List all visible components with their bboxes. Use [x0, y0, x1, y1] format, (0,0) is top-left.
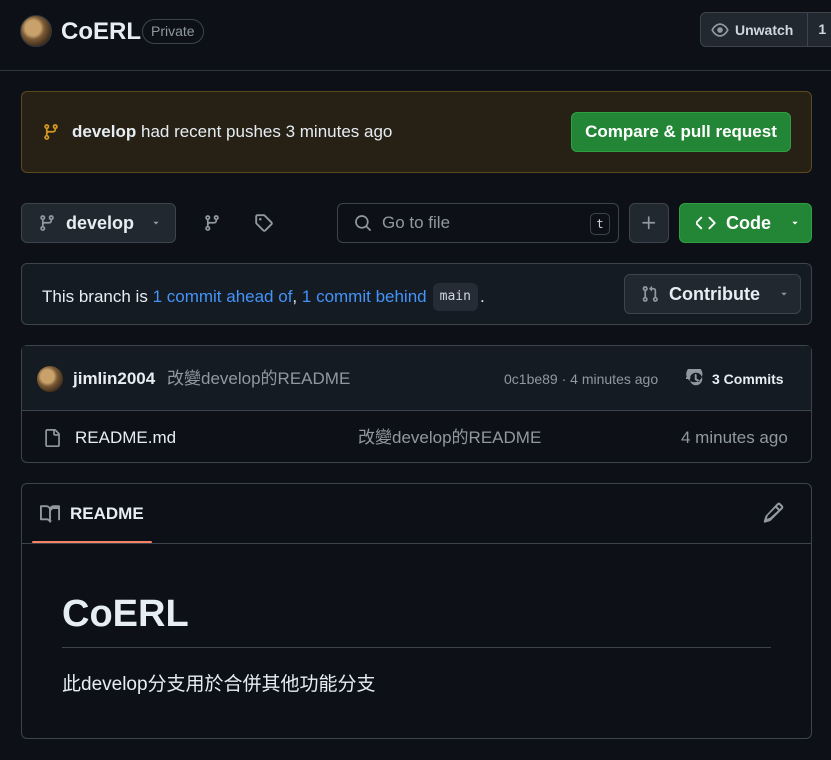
- visibility-badge: Private: [142, 19, 204, 44]
- recent-push-message: develop had recent pushes 3 minutes ago: [72, 121, 392, 143]
- caret-down-icon: [150, 217, 162, 229]
- branches-button[interactable]: [196, 207, 228, 239]
- keyboard-shortcut-hint: t: [590, 213, 610, 235]
- commits-count: 3 Commits: [712, 371, 784, 387]
- file-name-link[interactable]: README.md: [75, 427, 176, 449]
- commit-author[interactable]: jimlin2004: [73, 368, 155, 390]
- commits-ahead-link[interactable]: 1 commit ahead of: [153, 286, 293, 308]
- comparison-suffix: .: [479, 287, 485, 306]
- repo-owner-avatar[interactable]: [20, 15, 52, 47]
- repo-name[interactable]: CoERL: [61, 16, 141, 48]
- pushed-branch-name[interactable]: develop: [72, 122, 136, 141]
- branch-name: develop: [66, 212, 135, 233]
- git-branch-icon: [38, 214, 56, 232]
- comparison-separator: ,: [292, 287, 298, 306]
- file-commit-time: 4 minutes ago: [681, 428, 788, 447]
- code-label: Code: [726, 212, 771, 233]
- edit-readme-button[interactable]: [762, 502, 784, 524]
- commit-hash-and-time[interactable]: 0c1be89 · 4 minutes ago: [504, 370, 658, 388]
- file-icon: [43, 427, 61, 449]
- readme-tab[interactable]: README: [40, 502, 144, 526]
- unwatch-button[interactable]: Unwatch 1: [700, 12, 831, 47]
- file-commit-message[interactable]: 改變develop的README: [358, 427, 541, 449]
- branch-selector[interactable]: develop: [21, 203, 176, 243]
- commits-history-link[interactable]: 3 Commits: [686, 368, 784, 390]
- latest-commit-message[interactable]: 改變develop的README: [167, 368, 350, 390]
- contribute-label: Contribute: [669, 283, 760, 304]
- author-avatar[interactable]: [37, 366, 63, 392]
- history-icon: [686, 369, 706, 389]
- comparison-prefix: This branch is: [42, 287, 148, 306]
- heading-rule: [62, 647, 771, 648]
- caret-down-icon: [789, 217, 801, 229]
- unwatch-label: Unwatch: [735, 21, 794, 38]
- git-branch-icon: [203, 214, 221, 232]
- caret-down-icon: [778, 288, 790, 300]
- search-icon: [354, 214, 372, 232]
- readme-heading: CoERL: [62, 593, 189, 635]
- book-icon: [40, 504, 60, 524]
- contribute-button[interactable]: Contribute: [624, 274, 801, 314]
- header-divider: [0, 70, 831, 71]
- eye-icon: [711, 21, 729, 39]
- plus-icon: [640, 214, 658, 232]
- watch-count: 1: [807, 13, 826, 46]
- commits-behind-link[interactable]: 1 commit behind: [302, 286, 427, 308]
- search-placeholder: Go to file: [382, 213, 451, 232]
- pull-request-icon: [641, 285, 659, 303]
- go-to-file-input[interactable]: Go to file t: [337, 203, 619, 243]
- pencil-icon: [762, 502, 784, 524]
- readme-tab-label: README: [70, 504, 144, 523]
- add-file-button[interactable]: [629, 203, 669, 243]
- readme-header-divider: [22, 543, 811, 544]
- code-button[interactable]: Code: [679, 203, 812, 243]
- tags-button[interactable]: [248, 207, 280, 239]
- push-message: had recent pushes 3 minutes ago: [140, 122, 393, 141]
- compare-pull-request-button[interactable]: Compare & pull request: [571, 112, 791, 152]
- code-icon: [696, 213, 716, 233]
- base-branch-chip: main: [432, 283, 478, 311]
- branch-comparison-text: This branch is 1 commit ahead of , 1 com…: [42, 283, 485, 311]
- git-branch-icon: [42, 122, 60, 142]
- tag-icon: [254, 213, 274, 233]
- readme-body-text: 此develop分支用於合併其他功能分支: [62, 674, 376, 695]
